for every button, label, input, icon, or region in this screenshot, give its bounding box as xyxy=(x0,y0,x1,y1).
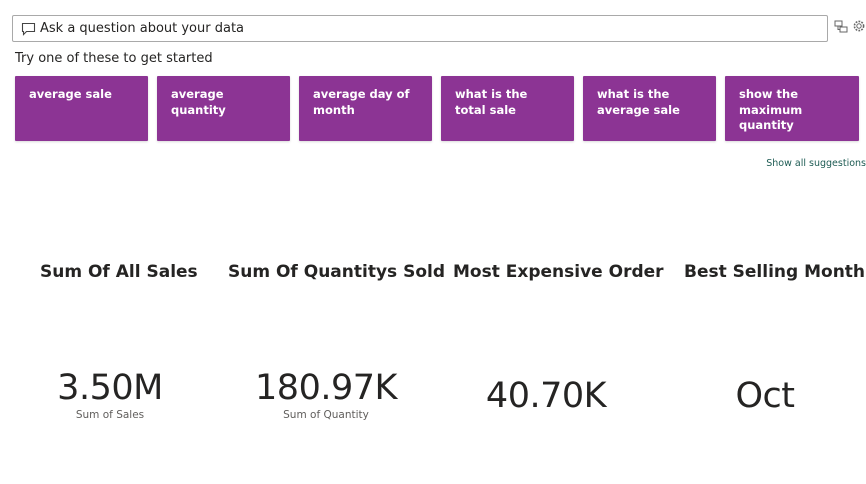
share-icon[interactable] xyxy=(834,18,848,34)
card-title: Best Selling Month xyxy=(684,262,866,282)
card-subtitle: Sum of Sales xyxy=(75,409,145,421)
qa-visual: Ask a question about your data Try one o… xyxy=(0,0,866,484)
kpi-card-total-sales: Sum Of All Sales xyxy=(40,262,198,282)
card-title: Sum Of Quantitys Sold xyxy=(228,262,445,282)
suggestions-hint: Try one of these to get started xyxy=(15,51,213,66)
card-subtitle: Sum of Quantity xyxy=(283,409,369,421)
suggestion-chip[interactable]: what is the total sale xyxy=(441,76,574,141)
kpi-card-quantity-sold: Sum Of Quantitys Sold xyxy=(228,262,445,282)
suggestion-chip[interactable]: what is the average sale xyxy=(583,76,716,141)
question-input[interactable]: Ask a question about your data xyxy=(12,15,828,42)
card-title: Most Expensive Order xyxy=(453,262,664,282)
suggestion-chip[interactable]: average sale xyxy=(15,76,148,141)
gear-icon[interactable] xyxy=(852,18,866,34)
suggestion-chip[interactable]: average quantity xyxy=(157,76,290,141)
suggestion-chip[interactable]: show the maximum quantity xyxy=(725,76,859,141)
toolbar-icons xyxy=(834,18,866,34)
suggestion-list: average sale average quantity average da… xyxy=(15,76,859,141)
show-all-suggestions-link[interactable]: Show all suggestions xyxy=(766,158,866,169)
card-value: 3.50M xyxy=(57,368,163,408)
card-title: Sum Of All Sales xyxy=(40,262,198,282)
kpi-card-most-expensive-order: Most Expensive Order xyxy=(453,262,664,282)
question-placeholder: Ask a question about your data xyxy=(40,21,245,36)
card-value: 40.70K xyxy=(485,376,607,416)
card-value: Oct xyxy=(735,376,795,416)
chat-icon xyxy=(21,22,36,36)
suggestion-chip[interactable]: average day of month xyxy=(299,76,432,141)
kpi-card-best-selling-month: Best Selling Month xyxy=(684,262,865,282)
card-value: 180.97K xyxy=(255,368,397,408)
